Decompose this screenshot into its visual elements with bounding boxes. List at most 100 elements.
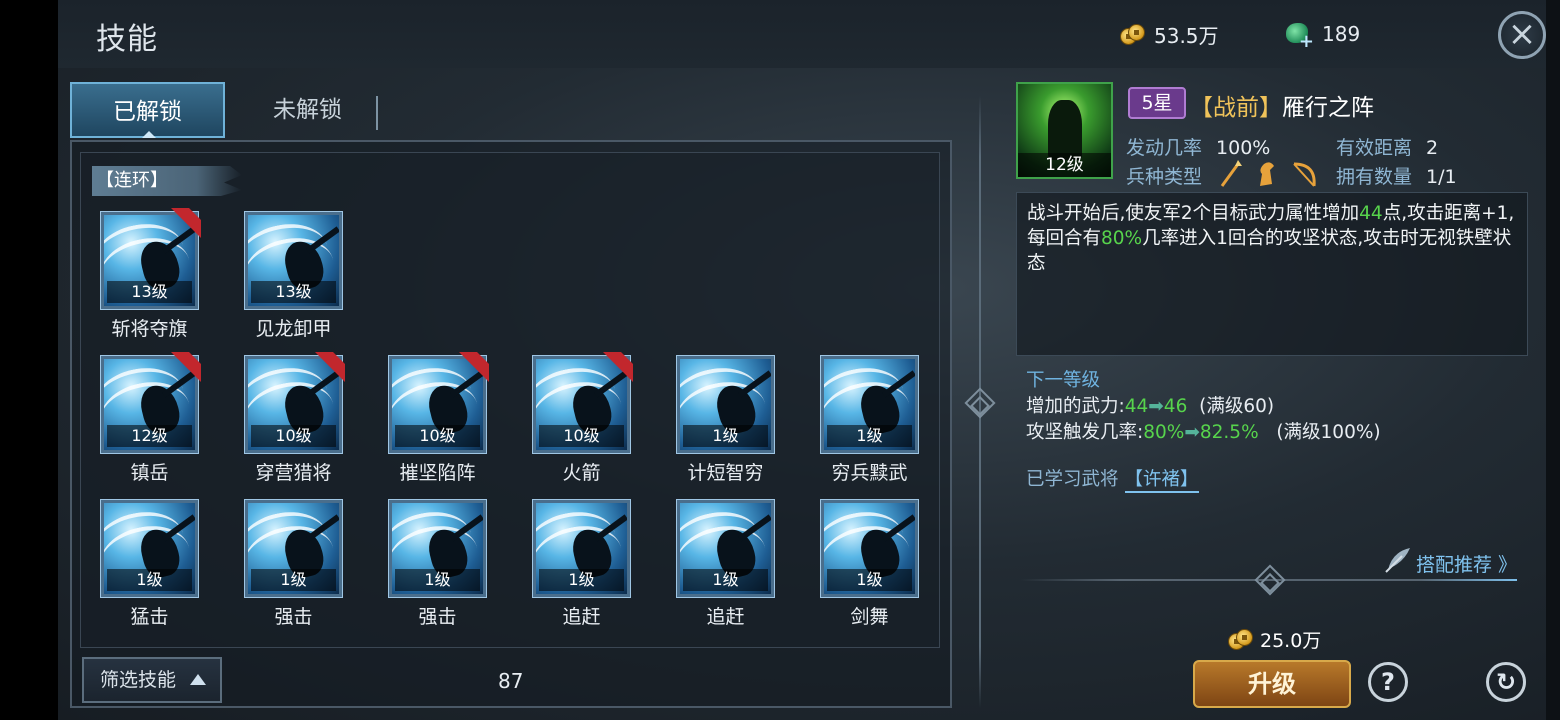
next-force-label: 增加的武力: [1026,396,1125,417]
skill-name: 见龙卸甲 [255,318,332,340]
owned-value: 1/1 [1426,166,1457,188]
skill-icon: 13级 [244,211,343,310]
next-siege-to: 82.5% [1199,422,1259,443]
next-siege-row: 攻坚触发几率:80%➡82.5% (满级100%) [1026,420,1381,446]
skill-icon: 1级 [244,499,343,598]
skill-name: 穷兵黩武 [831,462,908,484]
desc-value-1: 44 [1359,203,1383,224]
skill-title: 【战前】雁行之阵 [1190,88,1374,122]
gold-amount: 53.5万 [1154,24,1219,48]
coin-icon [1120,23,1146,46]
learned-label: 已学习武将 [1026,469,1119,490]
arrow-right-icon: ➡ [1148,396,1164,417]
skill-level: 1级 [107,569,192,591]
skill-name: 强击 [418,606,457,628]
skill-icon: 10级 [532,355,631,454]
owned-count: 拥有数量 1/1 [1336,162,1457,189]
skill-icon: 1级 [676,355,775,454]
learned-generals: 已学习武将 【许褚】 [1026,465,1199,493]
skill-portrait: 12级 [1016,82,1113,179]
skill-icon: 1级 [676,499,775,598]
skill-name: 追赶 [562,606,601,628]
gold-display: 53.5万 [1120,20,1219,49]
learned-hero-link[interactable]: 【许褚】 [1124,469,1199,493]
skill-name: 强击 [274,606,313,628]
filter-label: 筛选技能 [100,669,177,691]
next-force-to: 46 [1163,396,1188,417]
tab-divider [376,96,378,130]
skill-icon: 12级 [100,355,199,454]
skill-name: 镇岳 [130,462,169,484]
refresh-icon[interactable]: ↻ [1486,662,1526,702]
skill-level: 1级 [539,569,624,591]
tab-locked[interactable]: 未解锁 [230,82,385,138]
right-edge [1546,0,1560,720]
page-title: 技能 [96,22,158,57]
skill-name: 穿营猎将 [255,462,332,484]
bow-icon [1293,162,1316,187]
left-edge [0,0,58,720]
skill-icon: 10级 [388,355,487,454]
skill-level: 1级 [395,569,480,591]
spear-icon [1220,160,1242,187]
close-icon[interactable]: × [1498,11,1546,59]
skill-level: 13级 [251,281,336,303]
skill-description: 战斗开始后,使友军2个目标武力属性增加44点,攻击距离+1,每回合有80%几率进… [1016,192,1528,356]
skill-level: 12级 [107,425,192,447]
general-silhouette-icon [1048,100,1082,160]
skill-name: 追赶 [706,606,745,628]
skill-icon: 10级 [244,355,343,454]
skill-icon: 1级 [532,499,631,598]
skill-icon: 1级 [388,499,487,598]
skill-name: 猛击 [130,606,169,628]
skill-name: 计短智穷 [687,462,764,484]
upgrade-button[interactable]: 升级 [1193,660,1351,708]
skill-name: 火箭 [562,462,601,484]
desc-text-1: 战斗开始后,使友军2个目标武力属性增加 [1027,203,1360,224]
horse-icon [1260,162,1274,186]
skill-level: 10级 [539,425,624,447]
next-siege-label: 攻坚触发几率: [1026,422,1144,443]
skill-type-tag: 【战前】 [1190,95,1282,121]
next-siege-from: 80% [1143,422,1185,443]
skill-count: 87 [498,669,524,693]
skill-level: 10级 [395,425,480,447]
skill-level: 1级 [251,569,336,591]
skill-level: 10级 [251,425,336,447]
triangle-up-icon [190,674,206,685]
jade-icon [1284,20,1314,52]
skill-level: 1级 [683,569,768,591]
skill-name: 摧坚陷阵 [399,462,476,484]
jade-amount: 189 [1322,22,1361,46]
next-level-info: 下一等级 增加的武力:44➡46 (满级60) 攻坚触发几率:80%➡82.5%… [1026,368,1381,446]
skill-name: 剑舞 [850,606,889,628]
skill-level: 1级 [827,569,912,591]
skill-icon: 1级 [100,499,199,598]
unit-type: 兵种类型 [1126,162,1202,189]
next-siege-max: (满级100%) [1276,422,1381,443]
tab-unlocked[interactable]: 已解锁 [70,82,225,138]
skill-level: 1级 [683,425,768,447]
coin-icon [1228,628,1254,651]
feather-icon [1385,548,1410,573]
next-force-from: 44 [1124,396,1149,417]
category-banner: 【连环】 [92,166,242,196]
owned-label: 拥有数量 [1336,166,1413,188]
match-recommend-link[interactable]: 搭配推荐 》 [1416,550,1518,581]
help-icon[interactable]: ? [1368,662,1408,702]
range-value: 2 [1426,137,1439,159]
trigger-rate-label: 发动几率 [1126,137,1203,159]
trigger-rate: 发动几率 100% [1126,133,1270,160]
jade-display[interactable]: 189 [1284,20,1361,52]
skill-icon: 13级 [100,211,199,310]
range-label: 有效距离 [1336,137,1413,159]
skill-grid [80,152,940,648]
diamond-ornament-icon [1254,564,1286,596]
skill-icon: 1级 [820,355,919,454]
skill-level: 13级 [107,281,192,303]
skill-level: 1级 [827,425,912,447]
desc-value-2: 80% [1101,228,1143,249]
filter-skills-button[interactable]: 筛选技能 [82,657,222,703]
diamond-ornament-icon [964,387,996,419]
unit-type-label: 兵种类型 [1126,166,1203,188]
